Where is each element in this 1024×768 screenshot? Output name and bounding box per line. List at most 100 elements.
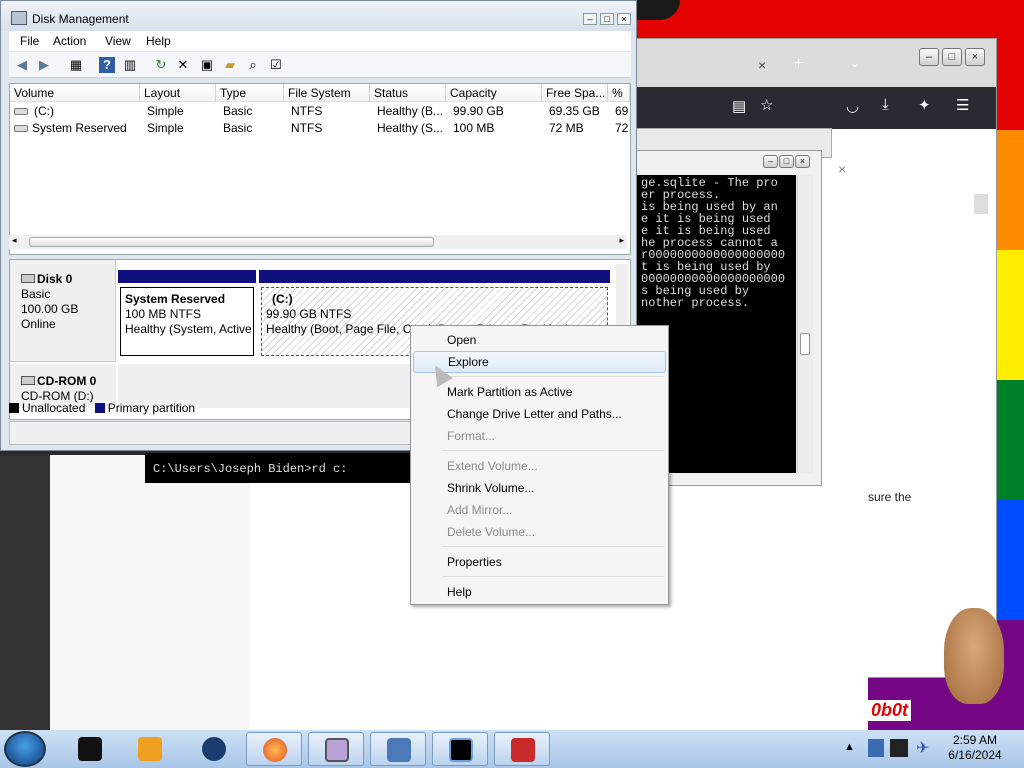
context-menu-item-mark-partition-as-active[interactable]: Mark Partition as Active: [413, 381, 666, 403]
taskbar-item-computer[interactable]: [370, 732, 426, 766]
taskbar-item-app1[interactable]: [62, 732, 118, 766]
volume-list[interactable]: Volume Layout Type File System Status Ca…: [9, 83, 631, 255]
pocket-icon[interactable]: ◡: [846, 97, 859, 115]
snapin-icon[interactable]: ▥: [122, 57, 138, 73]
column-layout[interactable]: Layout: [140, 84, 216, 102]
scroll-left-icon[interactable]: ◂: [12, 235, 17, 246]
reserved-partition-bar: [118, 270, 256, 283]
settings-icon[interactable]: ▣: [199, 57, 215, 73]
console-scroll-thumb[interactable]: [800, 333, 810, 355]
cdrom-header: CD-ROM 0: [21, 374, 116, 389]
menu-icon[interactable]: ☰: [956, 96, 969, 114]
column-volume[interactable]: Volume: [10, 84, 140, 102]
column-free-space[interactable]: Free Spa...: [542, 84, 608, 102]
column-file-system[interactable]: File System: [284, 84, 370, 102]
taskbar-item-media-player[interactable]: [122, 732, 178, 766]
dialog-close-icon[interactable]: ×: [838, 161, 846, 177]
disk0-name: Disk 0: [37, 272, 73, 286]
column-type[interactable]: Type: [216, 84, 284, 102]
context-menu-item-properties[interactable]: Properties: [413, 551, 666, 573]
tray-monitor-icon[interactable]: [890, 739, 908, 757]
console-line: nother process.: [641, 296, 750, 310]
table-row[interactable]: (C:) Simple Basic NTFS Healthy (B... 99.…: [10, 103, 630, 120]
context-menu[interactable]: Open Explore Mark Partition as Active Chang…: [410, 325, 669, 605]
tab-list-icon[interactable]: ⌄: [850, 57, 859, 70]
menu-file[interactable]: File: [20, 34, 39, 48]
disk0-size: 100.00 GB: [21, 302, 79, 316]
menu-action[interactable]: Action: [53, 34, 86, 48]
table-row[interactable]: System Reserved Simple Basic NTFS Health…: [10, 120, 630, 137]
toolbar: ◀ ▶ ▦ ? ▥ ↻ ✕ ▣ ▰ ⌕ ☑: [9, 52, 631, 78]
partition-system-reserved[interactable]: System Reserved 100 MB NTFS Healthy (Sys…: [120, 287, 254, 356]
taskbar-item-firefox[interactable]: [246, 732, 302, 766]
checklist-icon[interactable]: ☑: [268, 57, 284, 73]
clock-time: 2:59 AM: [952, 733, 998, 747]
column-capacity[interactable]: Capacity: [446, 84, 542, 102]
forward-arrow-icon[interactable]: ▶: [36, 57, 52, 73]
horizontal-scroll-thumb[interactable]: [29, 237, 434, 247]
menu-help[interactable]: Help: [146, 34, 171, 48]
delete-icon[interactable]: ✕: [175, 57, 191, 73]
context-menu-item-explore[interactable]: Explore: [413, 351, 666, 373]
system-tray[interactable]: ▲ ✈: [840, 732, 940, 766]
maximize-button[interactable]: □: [600, 13, 614, 25]
taskbar-item-disk-management[interactable]: [494, 732, 550, 766]
menu-view[interactable]: View: [105, 34, 131, 48]
context-menu-item-open[interactable]: Open: [413, 329, 666, 351]
disk0-header: Disk 0: [21, 272, 115, 287]
bookmark-star-icon[interactable]: ☆: [760, 96, 773, 114]
context-menu-item-change-drive-letter-and-paths[interactable]: Change Drive Letter and Paths...: [413, 403, 666, 425]
taskbar-item-console[interactable]: [432, 732, 488, 766]
context-menu-item-add-mirror[interactable]: Add Mirror...: [413, 499, 666, 521]
browser-minimize-button[interactable]: –: [919, 48, 939, 66]
toolbox-icon: [511, 738, 535, 762]
disk-icon: [21, 274, 35, 283]
cell-layout: Simple: [147, 121, 184, 135]
drive-icon: [14, 125, 28, 132]
black-box-icon: [78, 737, 102, 761]
open-folder-icon[interactable]: ▰: [222, 57, 238, 73]
minimize-button[interactable]: –: [583, 13, 597, 25]
tray-expand-icon[interactable]: ▲: [844, 741, 855, 753]
context-menu-item-format[interactable]: Format...: [413, 425, 666, 447]
title-bar[interactable]: Disk Management – □ ×: [1, 1, 636, 31]
close-button[interactable]: ×: [617, 13, 631, 25]
properties-icon[interactable]: ▦: [68, 57, 84, 73]
tab-close-icon[interactable]: ×: [758, 57, 766, 73]
console-prompt[interactable]: C:\Users\Joseph Biden>rd c:: [145, 453, 410, 483]
column-percent[interactable]: %: [608, 84, 630, 102]
cell-free-space: 72 MB: [549, 121, 584, 135]
refresh-icon[interactable]: ↻: [153, 57, 169, 73]
console-minimize-button[interactable]: –: [763, 155, 778, 168]
browser-scrollbar[interactable]: [974, 194, 988, 214]
disk0-state: Online: [21, 317, 56, 331]
console-scrollbar[interactable]: [797, 175, 813, 473]
context-menu-item-extend-volume[interactable]: Extend Volume...: [413, 455, 666, 477]
back-arrow-icon[interactable]: ◀: [14, 57, 30, 73]
help-icon[interactable]: ?: [99, 57, 115, 73]
tray-app-icon[interactable]: [868, 739, 884, 757]
search-icon[interactable]: ⌕: [245, 57, 261, 73]
browser-maximize-button[interactable]: □: [942, 48, 962, 66]
taskbar-item-virtualbox[interactable]: [308, 732, 364, 766]
context-menu-item-delete-volume[interactable]: Delete Volume...: [413, 521, 666, 543]
console-close-button[interactable]: ×: [795, 155, 810, 168]
context-menu-item-help[interactable]: Help: [413, 581, 666, 603]
start-button[interactable]: [4, 731, 46, 767]
menu-separator: [411, 447, 668, 455]
extensions-icon[interactable]: ✦: [918, 96, 931, 114]
column-status[interactable]: Status: [370, 84, 446, 102]
taskbar-item-globe[interactable]: [186, 732, 242, 766]
browser-close-button[interactable]: ×: [965, 48, 985, 66]
virtualbox-icon: [325, 738, 349, 762]
horizontal-scrollbar[interactable]: ◂ ▸: [9, 235, 627, 249]
context-menu-item-shrink-volume[interactable]: Shrink Volume...: [413, 477, 666, 499]
console-maximize-button[interactable]: □: [779, 155, 794, 168]
reader-view-icon[interactable]: ▤: [732, 97, 746, 115]
network-icon[interactable]: ✈: [916, 738, 929, 758]
disk0-info[interactable]: Disk 0 Basic 100.00 GB Online: [10, 260, 116, 362]
new-tab-icon[interactable]: +: [794, 55, 803, 73]
downloads-icon[interactable]: ⤓: [882, 96, 889, 113]
scroll-right-icon[interactable]: ▸: [619, 235, 624, 246]
taskbar-clock[interactable]: 2:59 AM 6/16/2024: [940, 733, 1010, 765]
